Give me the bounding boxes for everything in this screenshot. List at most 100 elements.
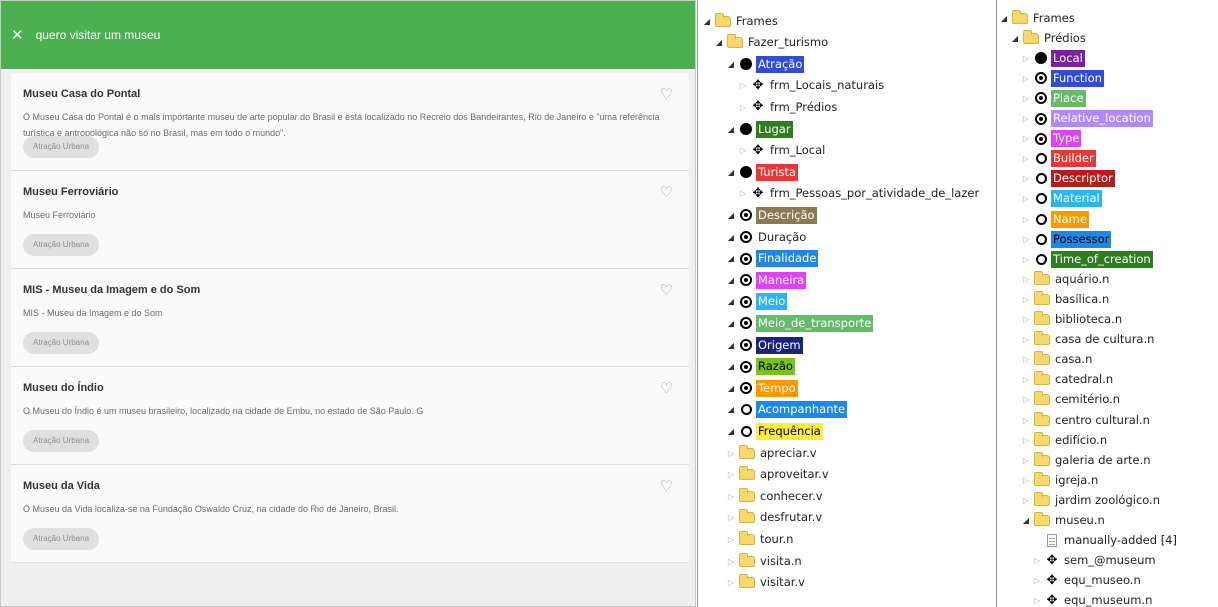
- tree-node[interactable]: ▷ edifício.n: [1021, 430, 1109, 450]
- expand-arrow-icon[interactable]: ▷: [1021, 54, 1031, 63]
- expand-arrow-icon[interactable]: ▷: [1021, 114, 1031, 123]
- expand-arrow-icon[interactable]: ▷: [1021, 74, 1031, 83]
- expand-arrow-icon[interactable]: ▷: [726, 513, 736, 522]
- collapse-arrow-icon[interactable]: ◢: [714, 38, 724, 47]
- expand-arrow-icon[interactable]: ▷: [738, 189, 748, 198]
- tree-node-label[interactable]: Maneira: [756, 271, 807, 289]
- tree-node[interactable]: ▷ conhecer.v: [726, 486, 825, 506]
- tree-node-label[interactable]: catedral.n: [1053, 371, 1115, 388]
- tree-node-label[interactable]: museu.n: [1053, 512, 1107, 529]
- tree-node[interactable]: ▷ cemitério.n: [1021, 390, 1122, 410]
- tree-node-label[interactable]: Place: [1051, 89, 1086, 107]
- expand-arrow-icon[interactable]: ▷: [738, 103, 748, 112]
- tree-node[interactable]: ▷ visita.n: [726, 551, 804, 571]
- tree-node[interactable]: ▷ Place: [1021, 88, 1086, 108]
- collapse-arrow-icon[interactable]: ◢: [1010, 34, 1020, 43]
- tree-node-label[interactable]: desfrutar.v: [758, 509, 824, 526]
- tree-node-label[interactable]: frm_Locais_naturais: [768, 77, 886, 94]
- tree-node-label[interactable]: equ_museum.n: [1062, 592, 1154, 607]
- tree-node[interactable]: ▷ Relative_location: [1021, 109, 1153, 129]
- tree-node[interactable]: ◢ Origem: [726, 335, 803, 355]
- expand-arrow-icon[interactable]: ▷: [1021, 456, 1031, 465]
- tree-node-label[interactable]: Fazer_turismo: [746, 34, 830, 51]
- tree-node[interactable]: ▷ ✥ equ_museum.n: [1032, 591, 1154, 607]
- expand-arrow-icon[interactable]: ▷: [726, 492, 736, 501]
- collapse-arrow-icon[interactable]: ◢: [726, 362, 736, 371]
- expand-arrow-icon[interactable]: ▷: [726, 470, 736, 479]
- tree-node-label[interactable]: jardim zoológico.n: [1053, 492, 1162, 509]
- expand-arrow-icon[interactable]: ▷: [726, 535, 736, 544]
- tree-node-label[interactable]: Relative_location: [1051, 110, 1153, 127]
- expand-arrow-icon[interactable]: ▷: [1021, 496, 1031, 505]
- expand-arrow-icon[interactable]: ▷: [1021, 315, 1031, 324]
- tree-node-label[interactable]: Prédios: [1042, 30, 1088, 47]
- tree-node[interactable]: ▷ casa de cultura.n: [1021, 330, 1156, 350]
- tree-node-label[interactable]: Material: [1051, 190, 1102, 208]
- category-tag[interactable]: Atração Urbana: [23, 430, 100, 452]
- tree-node-label[interactable]: apreciar.v: [758, 445, 819, 462]
- category-tag[interactable]: Atração Urbana: [23, 332, 100, 354]
- tree-node[interactable]: ◢ Meio_de_transporte: [726, 313, 874, 333]
- tree-node-label[interactable]: visitar.v: [758, 574, 807, 591]
- tree-node[interactable]: ▷ aproveitar.v: [726, 465, 831, 485]
- tree-node[interactable]: ◢ Frequência: [726, 421, 823, 441]
- collapse-arrow-icon[interactable]: ◢: [726, 60, 736, 69]
- tree-node[interactable]: ◢ Fazer_turismo: [714, 33, 830, 53]
- tree-node-label[interactable]: aproveitar.v: [758, 466, 831, 483]
- tree-node[interactable]: ▷ Function: [1021, 68, 1104, 88]
- tree-node[interactable]: ◢ Lugar: [726, 119, 793, 139]
- tree-node[interactable]: ◢ Atração: [726, 54, 805, 74]
- favorite-heart-icon[interactable]: ♡: [660, 183, 673, 201]
- category-tag[interactable]: Atração Urbana: [23, 234, 100, 256]
- collapse-arrow-icon[interactable]: ◢: [726, 168, 736, 177]
- tree-node[interactable]: ◢ Frames: [999, 8, 1077, 28]
- collapse-arrow-icon[interactable]: ◢: [726, 405, 736, 414]
- expand-arrow-icon[interactable]: ▷: [726, 449, 736, 458]
- tree-node[interactable]: ◢ Duração: [726, 227, 808, 247]
- collapse-arrow-icon[interactable]: ◢: [726, 341, 736, 350]
- tree-node-label[interactable]: Turista: [756, 163, 799, 181]
- close-icon[interactable]: ✕: [11, 26, 24, 44]
- tree-node[interactable]: ▷ Local: [1021, 48, 1085, 68]
- expand-arrow-icon[interactable]: ▷: [1021, 375, 1031, 384]
- tree-node-label[interactable]: Descrição: [756, 206, 817, 224]
- collapse-arrow-icon[interactable]: ◢: [726, 384, 736, 393]
- favorite-heart-icon[interactable]: ♡: [660, 477, 673, 495]
- tree-node-label[interactable]: Time_of_creation: [1051, 250, 1153, 268]
- tree-node-label[interactable]: equ_museo.n: [1062, 572, 1143, 589]
- tree-node[interactable]: ▷ ✥ frm_Pessoas_por_atividade_de_lazer: [738, 184, 981, 204]
- tree-node-label[interactable]: frm_Pessoas_por_atividade_de_lazer: [768, 185, 981, 202]
- expand-arrow-icon[interactable]: ▷: [1021, 275, 1031, 284]
- tree-node[interactable]: ▷ ✥ sem_@museum: [1032, 551, 1158, 571]
- expand-arrow-icon[interactable]: ▷: [726, 578, 736, 587]
- tree-node[interactable]: ◢ Descrição: [726, 205, 817, 225]
- tree-node[interactable]: ▷ Type: [1021, 129, 1082, 149]
- tree-node[interactable]: ▷ Builder: [1021, 149, 1096, 169]
- expand-arrow-icon[interactable]: ▷: [1021, 255, 1031, 264]
- tree-node[interactable]: ▷ aquário.n: [1021, 269, 1111, 289]
- tree-node-label[interactable]: Frames: [1031, 10, 1077, 27]
- collapse-arrow-icon[interactable]: ◢: [726, 125, 736, 134]
- expand-arrow-icon[interactable]: ▷: [738, 146, 748, 155]
- tree-node[interactable]: ◢ Tempo: [726, 378, 798, 398]
- result-title[interactable]: Museu Casa do Pontal: [23, 88, 140, 100]
- tree-node-label[interactable]: Razão: [756, 358, 795, 376]
- expand-arrow-icon[interactable]: ▷: [1032, 596, 1042, 605]
- tree-node-label[interactable]: frm_Prédios: [768, 99, 839, 116]
- tree-node-label[interactable]: Meio: [756, 293, 788, 311]
- tree-node-label[interactable]: Duração: [756, 229, 808, 246]
- tree-node-label[interactable]: Meio_de_transporte: [756, 314, 874, 332]
- tree-node[interactable]: ▷ igreja.n: [1021, 470, 1100, 490]
- result-card[interactable]: Museu da Vida O Museu da Vida localiza-se…: [11, 465, 689, 563]
- search-query[interactable]: quero visitar um museu: [36, 28, 161, 42]
- tree-node-label[interactable]: Local: [1051, 49, 1085, 67]
- category-tag[interactable]: Atração Urbana: [23, 136, 100, 158]
- tree-node-label[interactable]: Frames: [734, 13, 780, 30]
- result-title[interactable]: Museu Ferroviário: [23, 186, 118, 198]
- tree-node[interactable]: ▷ desfrutar.v: [726, 508, 824, 528]
- tree-node[interactable]: ▷ Time_of_creation: [1021, 249, 1153, 269]
- tree-node[interactable]: ▷ apreciar.v: [726, 443, 819, 463]
- tree-node[interactable]: ▷ jardim zoológico.n: [1021, 490, 1162, 510]
- collapse-arrow-icon[interactable]: ◢: [726, 254, 736, 263]
- result-title[interactable]: Museu do Índio: [23, 382, 104, 394]
